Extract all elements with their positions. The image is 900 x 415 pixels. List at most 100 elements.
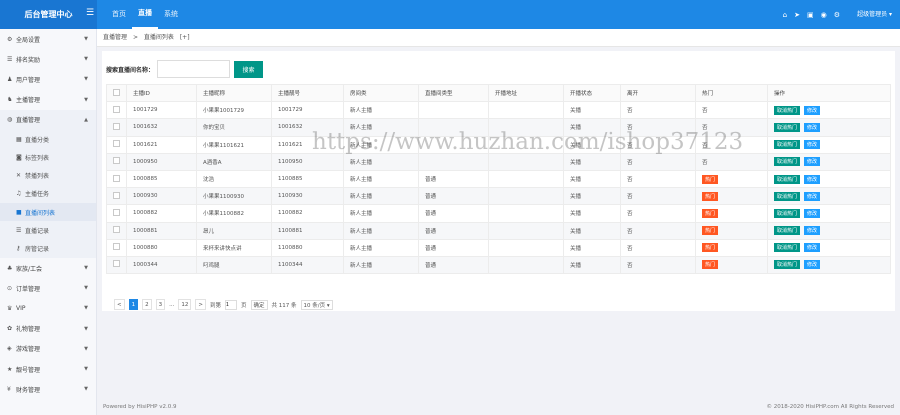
top-nav: 首页 直播 系统 bbox=[106, 0, 184, 29]
page-3[interactable]: 3 bbox=[155, 299, 166, 310]
sidebar-item-vip[interactable]: ♛ VIP ▼ bbox=[0, 298, 96, 318]
per-page-select[interactable]: 10 条/页 ▾ bbox=[300, 299, 333, 310]
table-cell: 否 bbox=[695, 135, 768, 154]
page-prev[interactable]: < bbox=[114, 299, 125, 310]
col-room-type: 直播间类型 bbox=[418, 83, 489, 103]
page-next[interactable]: > bbox=[195, 299, 206, 310]
table-cell: 否 bbox=[620, 187, 696, 206]
table-cell: 1100880 bbox=[271, 238, 344, 257]
cancel-hot-button[interactable]: 取消热门 bbox=[774, 243, 801, 253]
sidebar-subitem-records[interactable]: ☰ 直播记录 bbox=[0, 221, 96, 240]
lock-icon[interactable]: ▣ bbox=[807, 11, 814, 19]
cancel-hot-button[interactable]: 取消热门 bbox=[774, 191, 801, 201]
edit-button[interactable]: 修改 bbox=[804, 208, 821, 218]
row-checkbox[interactable] bbox=[113, 260, 120, 268]
sidebar-subitem-admins[interactable]: ⚷ 房管记录 bbox=[0, 239, 96, 259]
user-menu[interactable]: 超级管理员 ▾ bbox=[857, 0, 892, 29]
goto-confirm-button[interactable]: 确定 bbox=[250, 299, 268, 310]
edit-button[interactable]: 修改 bbox=[804, 260, 821, 270]
edit-button[interactable]: 修改 bbox=[804, 174, 821, 184]
search-button[interactable]: 搜索 bbox=[234, 60, 264, 78]
chevron-down-icon: ▼ bbox=[84, 76, 88, 83]
nav-live[interactable]: 直播 bbox=[132, 0, 158, 29]
sidebar-item-live[interactable]: ◍ 直播管理 ▲ bbox=[0, 109, 96, 130]
breadcrumb: 直播管理 > 直播间列表 [+] bbox=[97, 29, 900, 47]
grid-icon: ▦ bbox=[16, 135, 22, 143]
home-icon[interactable]: ⌂ bbox=[783, 11, 787, 19]
select-all-checkbox[interactable] bbox=[113, 88, 120, 96]
table-cell: 1000885 bbox=[126, 169, 197, 189]
palette-icon[interactable]: ◉ bbox=[821, 11, 827, 19]
edit-button[interactable]: 修改 bbox=[804, 140, 821, 150]
page-1[interactable]: 1 bbox=[128, 299, 139, 310]
table-row: 1001621 小果果1101621 1101621 新人主播 关播否否取消热门 修改 bbox=[106, 135, 891, 154]
page-12[interactable]: 12 bbox=[178, 299, 192, 310]
page-2[interactable]: 2 bbox=[142, 299, 152, 310]
sidebar-subitem-rooms[interactable]: ■ 直播间列表 bbox=[0, 203, 96, 222]
sidebar-item-games[interactable]: ◈ 游戏管理 ▼ bbox=[0, 339, 96, 359]
table-cell: 否 bbox=[620, 152, 696, 171]
edit-button[interactable]: 修改 bbox=[804, 226, 821, 236]
table-cell: 热门 bbox=[695, 255, 768, 275]
edit-button[interactable]: 修改 bbox=[804, 122, 821, 132]
sidebar-item-anchors[interactable]: ♞ 主播管理 ▼ bbox=[0, 90, 96, 110]
breadcrumb-add[interactable]: [+] bbox=[180, 34, 190, 41]
search-input[interactable] bbox=[157, 60, 231, 78]
cancel-hot-button[interactable]: 取消热门 bbox=[774, 105, 801, 115]
menu-toggle-icon[interactable]: ☰ bbox=[86, 8, 94, 18]
sidebar-item-family[interactable]: ♣ 家族/工会 ▼ bbox=[0, 258, 96, 278]
table-cell bbox=[488, 169, 564, 189]
row-checkbox[interactable] bbox=[113, 208, 120, 216]
cancel-hot-button[interactable]: 取消热门 bbox=[774, 122, 801, 132]
cancel-hot-button[interactable]: 取消热门 bbox=[774, 208, 801, 218]
cancel-hot-button[interactable]: 取消热门 bbox=[774, 140, 801, 150]
sidebar-subitem-categories[interactable]: ▦ 直播分类 bbox=[0, 129, 96, 149]
sidebar-item-users[interactable]: ♟ 用户管理 ▼ bbox=[0, 69, 96, 89]
cancel-hot-button[interactable]: 取消热门 bbox=[774, 174, 801, 184]
sidebar-item-ranking[interactable]: ☰ 排名奖励 ▼ bbox=[0, 49, 96, 69]
row-checkbox[interactable] bbox=[113, 140, 120, 148]
table-cell: 1001729 bbox=[126, 101, 197, 120]
x-icon: ✕ bbox=[16, 172, 22, 180]
table-cell: 小果果1101621 bbox=[196, 135, 272, 154]
sidebar-item-orders[interactable]: ⊙ 订单管理 ▼ bbox=[0, 278, 96, 298]
sidebar-item-pretty-ids[interactable]: ★ 靓号管理 ▼ bbox=[0, 359, 96, 379]
nav-home[interactable]: 首页 bbox=[106, 0, 132, 29]
brand-title[interactable]: 后台管理中心 bbox=[0, 0, 97, 29]
sidebar-item-finance[interactable]: ¥ 财务管理 ▼ bbox=[0, 379, 96, 399]
hot-badge[interactable]: 热门 bbox=[702, 260, 719, 270]
breadcrumb-live[interactable]: 直播管理 bbox=[103, 34, 127, 41]
sidebar-subitem-tasks[interactable]: ♫ 主播任务 bbox=[0, 184, 96, 204]
edit-button[interactable]: 修改 bbox=[804, 191, 821, 201]
send-icon[interactable]: ➤ bbox=[794, 11, 800, 19]
edit-button[interactable]: 修改 bbox=[804, 243, 821, 253]
row-checkbox[interactable] bbox=[113, 157, 120, 165]
hot-badge[interactable]: 热门 bbox=[702, 208, 719, 218]
sidebar-subitem-banned[interactable]: ✕ 禁播列表 bbox=[0, 166, 96, 185]
edit-button[interactable]: 修改 bbox=[804, 105, 821, 115]
row-checkbox[interactable] bbox=[113, 191, 120, 199]
table-cell: 热门 bbox=[695, 221, 768, 240]
nav-system[interactable]: 系统 bbox=[158, 0, 184, 29]
hot-badge[interactable]: 热门 bbox=[702, 226, 719, 236]
row-checkbox[interactable] bbox=[113, 226, 120, 234]
table-cell: 关播 bbox=[563, 101, 621, 120]
settings-icon[interactable]: ⚙ bbox=[834, 11, 840, 19]
cancel-hot-button[interactable]: 取消热门 bbox=[774, 226, 801, 236]
row-checkbox[interactable] bbox=[113, 243, 120, 251]
cancel-hot-button[interactable]: 取消热门 bbox=[774, 260, 801, 270]
hot-badge[interactable]: 热门 bbox=[702, 191, 719, 201]
row-checkbox[interactable] bbox=[113, 105, 120, 113]
edit-button[interactable]: 修改 bbox=[804, 157, 821, 167]
goto-page-input[interactable] bbox=[224, 299, 237, 310]
row-checkbox[interactable] bbox=[113, 174, 120, 182]
hot-badge[interactable]: 热门 bbox=[702, 243, 719, 253]
table-cell: 否 bbox=[620, 135, 696, 154]
row-checkbox[interactable] bbox=[113, 122, 120, 130]
row-select-cell bbox=[106, 118, 127, 137]
cancel-hot-button[interactable]: 取消热门 bbox=[774, 157, 801, 167]
hot-badge[interactable]: 热门 bbox=[702, 174, 719, 184]
sidebar-item-global-settings[interactable]: ⚙ 全局设置 ▼ bbox=[0, 29, 96, 49]
sidebar-subitem-tags[interactable]: ◙ 标签列表 bbox=[0, 148, 96, 167]
sidebar-item-gifts[interactable]: ✿ 礼物管理 ▼ bbox=[0, 319, 96, 339]
